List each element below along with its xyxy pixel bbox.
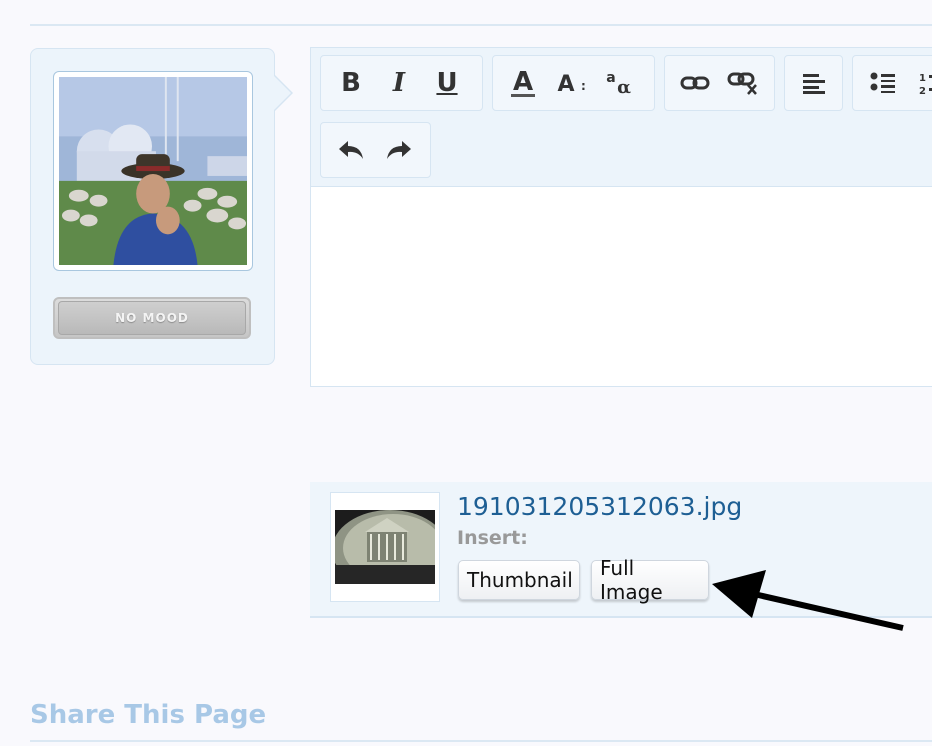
font-family-icon[interactable]: aα — [597, 63, 641, 103]
underline-icon[interactable]: U — [425, 63, 469, 103]
toolbar-group-font: A A: aα — [492, 55, 655, 111]
numbered-list-icon[interactable]: 12 — [909, 63, 932, 103]
insert-thumbnail-button[interactable]: Thumbnail — [458, 560, 580, 600]
unlink-icon[interactable] — [721, 63, 765, 103]
insert-label: Insert: — [457, 527, 528, 549]
bold-icon[interactable]: B — [329, 63, 373, 103]
toolbar-group-history — [320, 122, 431, 178]
toolbar-group-text-style: B I U — [320, 55, 483, 111]
svg-text:2: 2 — [919, 86, 926, 96]
avatar[interactable] — [53, 71, 253, 271]
attachment-filename-link[interactable]: 191031205312063.jpg — [457, 492, 742, 521]
svg-text::: : — [581, 79, 586, 93]
svg-text:A: A — [513, 67, 533, 97]
insert-full-image-button[interactable]: Full Image — [591, 556, 709, 604]
message-editor: B I U A A: aα 1 2 — [310, 47, 932, 387]
redo-icon[interactable] — [377, 130, 421, 170]
svg-text:A: A — [557, 72, 574, 97]
bottom-divider — [30, 740, 932, 742]
user-info-panel: NO MOOD — [30, 48, 293, 365]
share-page-heading: Share This Page — [30, 700, 267, 730]
svg-text:1: 1 — [919, 73, 926, 84]
avatar-photo — [59, 77, 247, 265]
font-color-icon[interactable]: A — [501, 63, 545, 103]
link-icon[interactable] — [673, 63, 717, 103]
font-size-icon[interactable]: A: — [549, 63, 593, 103]
italic-icon[interactable]: I — [377, 63, 421, 103]
top-divider — [30, 24, 932, 26]
align-left-icon[interactable] — [793, 63, 834, 103]
undo-icon[interactable] — [329, 130, 373, 170]
toolbar-group-links — [664, 55, 775, 111]
toolbar-group-align — [784, 55, 843, 111]
bullet-list-icon[interactable] — [861, 63, 905, 103]
annotation-arrow — [712, 570, 904, 631]
svg-text:α: α — [617, 77, 631, 98]
toolbar-group-lists: 12 — [852, 55, 932, 111]
editor-content-area[interactable] — [311, 187, 932, 386]
mood-button[interactable]: NO MOOD — [53, 297, 251, 339]
svg-text:a: a — [606, 70, 615, 86]
editor-toolbar: B I U A A: aα 1 2 — [311, 48, 932, 187]
attachment-preview-image — [335, 510, 435, 584]
attachment-thumbnail[interactable] — [330, 492, 440, 602]
mood-label: NO MOOD — [58, 301, 246, 335]
